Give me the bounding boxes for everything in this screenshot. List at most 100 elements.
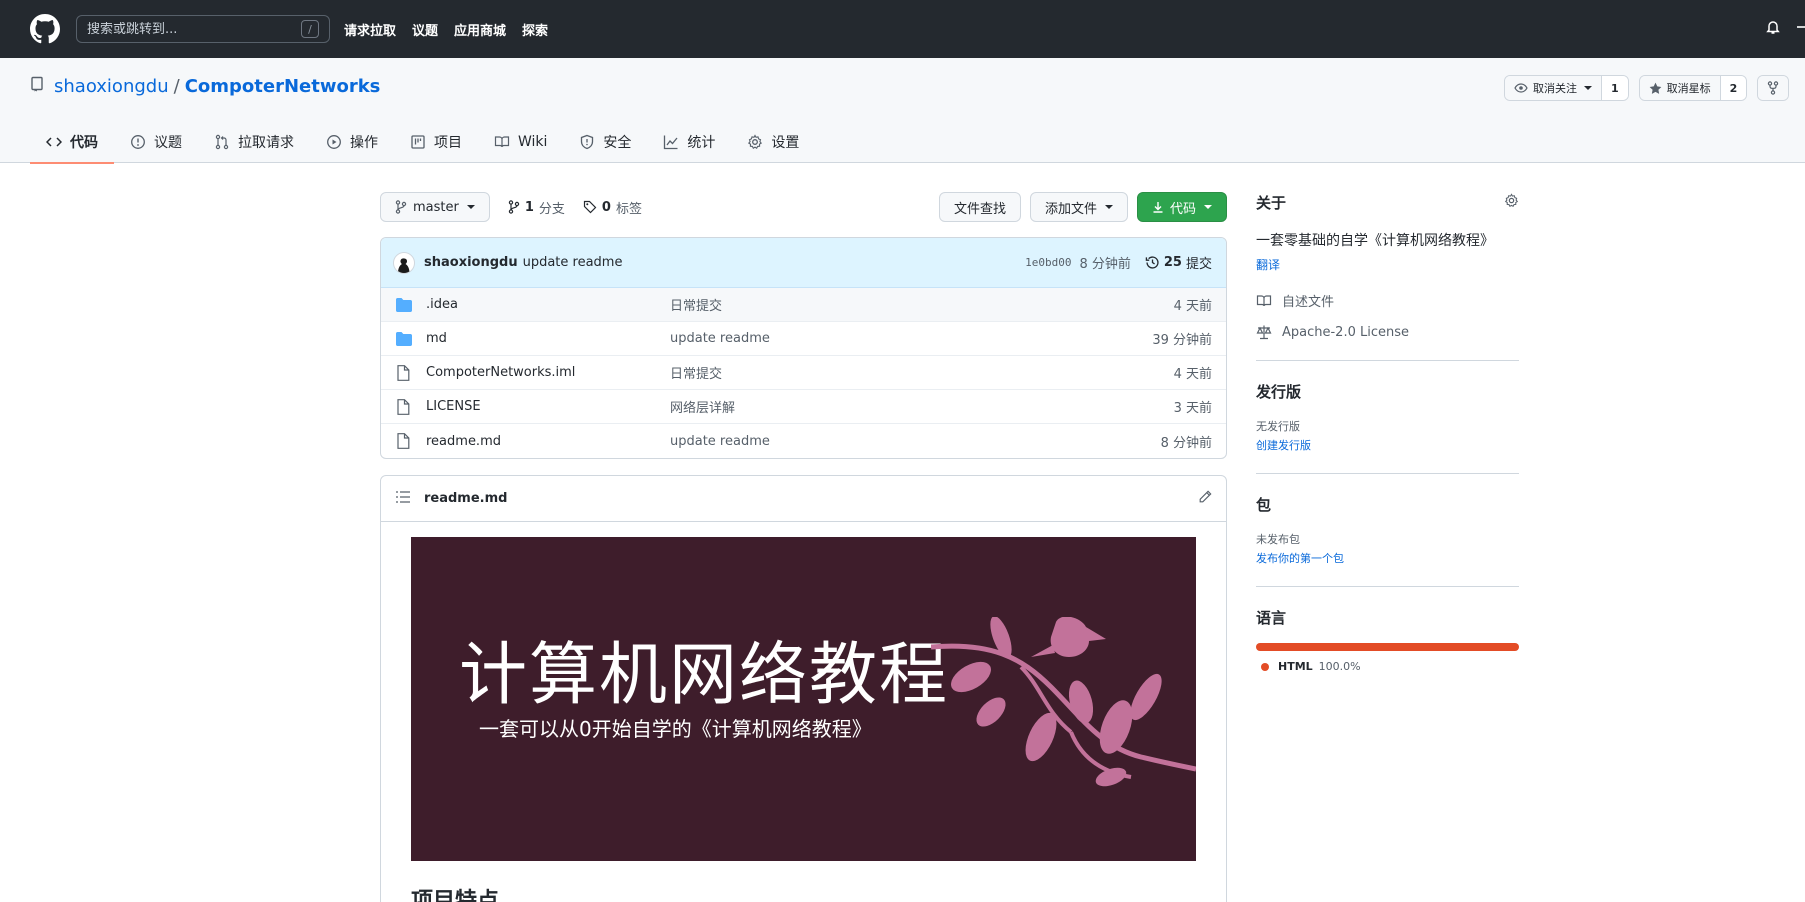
nav-marketplace[interactable]: 应用商城: [454, 20, 506, 39]
repo-name-link[interactable]: CompoterNetworks: [185, 76, 381, 97]
add-file-button[interactable]: 添加文件: [1029, 192, 1128, 222]
global-nav: 请求拉取 议题 应用商城 探索: [344, 20, 548, 39]
star-label: 取消星标: [1666, 82, 1711, 95]
branch-select-button[interactable]: master: [380, 192, 490, 222]
law-scale-icon: [1256, 325, 1272, 340]
readme-banner-image: 计算机网络教程 一套可以从0开始自学的《计算机网络教程》: [411, 537, 1196, 861]
github-logo-icon[interactable]: [30, 14, 60, 44]
packages-empty-text: 未发布包: [1256, 533, 1300, 546]
tab-actions[interactable]: 操作: [310, 120, 394, 163]
languages-heading: 语言: [1256, 607, 1519, 628]
tab-code[interactable]: 代码: [30, 120, 114, 164]
file-name-link[interactable]: md: [426, 331, 670, 346]
file-commit-message[interactable]: 日常提交: [670, 295, 1174, 314]
watch-count[interactable]: 1: [1602, 76, 1628, 100]
file-row[interactable]: LICENSE 网络层详解 3 天前: [381, 390, 1226, 424]
file-browser: shaoxiongdu update readme 1e0bd00 8 分钟前 …: [380, 237, 1227, 459]
chevron-down-icon: [1584, 86, 1592, 90]
packages-title: 包: [1256, 496, 1272, 514]
readme-link-label: 自述文件: [1282, 295, 1335, 310]
search-input[interactable]: [87, 21, 287, 37]
pencil-icon[interactable]: [1198, 490, 1212, 508]
nav-pull-requests[interactable]: 请求拉取: [344, 20, 396, 39]
find-file-button[interactable]: 文件查找: [938, 192, 1021, 222]
global-search[interactable]: /: [76, 15, 330, 43]
file-name-link[interactable]: CompoterNetworks.iml: [426, 365, 670, 380]
star-count[interactable]: 2: [1720, 76, 1747, 100]
watch-button[interactable]: 取消关注: [1505, 76, 1602, 100]
code-download-button[interactable]: 代码: [1136, 192, 1227, 222]
language-name: HTML: [1278, 660, 1313, 673]
notifications-bell-icon[interactable]: [1765, 19, 1781, 39]
branch-count-label: 分支: [538, 201, 565, 217]
divider: [1256, 586, 1519, 587]
file-name-link[interactable]: .idea: [426, 297, 670, 312]
translate-link[interactable]: 翻译: [1256, 256, 1519, 273]
tab-issues[interactable]: 议题: [114, 120, 198, 163]
tag-count: 0: [601, 199, 611, 215]
branch-name: master: [413, 199, 459, 215]
download-icon: [1153, 202, 1163, 213]
file-commit-message[interactable]: 日常提交: [670, 363, 1174, 382]
star-button[interactable]: 取消星标: [1639, 76, 1721, 100]
file-name-link[interactable]: readme.md: [426, 434, 670, 449]
branch-count: 1: [524, 199, 534, 215]
header-actions: [1765, 0, 1805, 58]
commit-message-link[interactable]: update readme: [523, 255, 623, 270]
gear-icon[interactable]: [1504, 193, 1519, 212]
tab-wiki[interactable]: Wiki: [478, 120, 563, 163]
repo-owner-link[interactable]: shaoxiongdu: [54, 76, 169, 97]
code-icon: [46, 136, 62, 147]
tab-projects[interactable]: 项目: [394, 120, 478, 163]
readme-header: readme.md: [381, 476, 1226, 522]
file-row[interactable]: md update readme 39 分钟前: [381, 322, 1226, 356]
repo-sidebar: 关于 一套零基础的自学《计算机网络教程》 翻译 自述文件 Apache-2.0 …: [1256, 192, 1519, 673]
history-icon: [1145, 256, 1159, 269]
file-row[interactable]: readme.md update readme 8 分钟前: [381, 424, 1226, 458]
tab-pull-requests[interactable]: 拉取请求: [198, 120, 310, 163]
commit-history-link[interactable]: 25 提交: [1145, 253, 1212, 272]
packages-heading[interactable]: 包: [1256, 494, 1519, 515]
file-row[interactable]: .idea 日常提交 4 天前: [381, 288, 1226, 322]
create-release-link[interactable]: 创建发行版: [1256, 437, 1519, 453]
file-icon: [396, 364, 414, 381]
tab-label: 安全: [603, 134, 632, 151]
banner-title: 计算机网络教程: [459, 636, 950, 715]
file-commit-message[interactable]: 网络层详解: [670, 397, 1174, 416]
readme-filename[interactable]: readme.md: [424, 491, 507, 506]
file-age: 39 分钟前: [1152, 333, 1212, 348]
file-age: 4 天前: [1173, 299, 1212, 314]
repo-tabs: 代码 议题 拉取请求 操作 项目 Wiki 安全 统计 设置: [30, 120, 815, 164]
nav-issues[interactable]: 议题: [412, 20, 438, 39]
file-commit-message[interactable]: update readme: [670, 434, 1161, 449]
issue-icon: [131, 134, 145, 149]
fork-button[interactable]: [1758, 76, 1789, 100]
file-icon: [396, 433, 414, 449]
file-commit-message[interactable]: update readme: [670, 331, 1152, 346]
readme-link[interactable]: 自述文件: [1256, 291, 1519, 310]
license-link[interactable]: Apache-2.0 License: [1256, 324, 1519, 340]
commit-meta: 1e0bd00 8 分钟前 25 提交: [1025, 253, 1212, 272]
avatar[interactable]: [393, 251, 415, 274]
commit-author-link[interactable]: shaoxiongdu: [424, 255, 518, 270]
commit-sha-link[interactable]: 1e0bd00: [1025, 256, 1071, 269]
language-legend-item[interactable]: HTML 100.0%: [1256, 660, 1519, 673]
tab-security[interactable]: 安全: [563, 120, 647, 163]
global-header: / 请求拉取 议题 应用商城 探索: [0, 0, 1805, 58]
tab-label: 议题: [154, 134, 182, 151]
publish-package-link[interactable]: 发布你的第一个包: [1256, 550, 1519, 566]
create-new-plus-icon[interactable]: [1797, 20, 1805, 38]
releases-heading[interactable]: 发行版: [1256, 381, 1519, 402]
project-icon: [411, 134, 425, 149]
file-row[interactable]: CompoterNetworks.iml 日常提交 4 天前: [381, 356, 1226, 390]
repo-main: master 1 分支 0 标签 文件查找 添加文件 代码 shaoxiongd…: [380, 192, 1227, 902]
tab-settings[interactable]: 设置: [731, 120, 815, 163]
about-heading: 关于: [1256, 192, 1519, 213]
file-name-link[interactable]: LICENSE: [426, 399, 670, 414]
list-icon[interactable]: [396, 490, 410, 507]
branches-link[interactable]: 1 分支: [508, 198, 565, 217]
chevron-down-icon: [1204, 205, 1212, 209]
tags-link[interactable]: 0 标签: [583, 198, 642, 217]
tab-insights[interactable]: 统计: [647, 120, 731, 163]
nav-explore[interactable]: 探索: [522, 20, 548, 39]
